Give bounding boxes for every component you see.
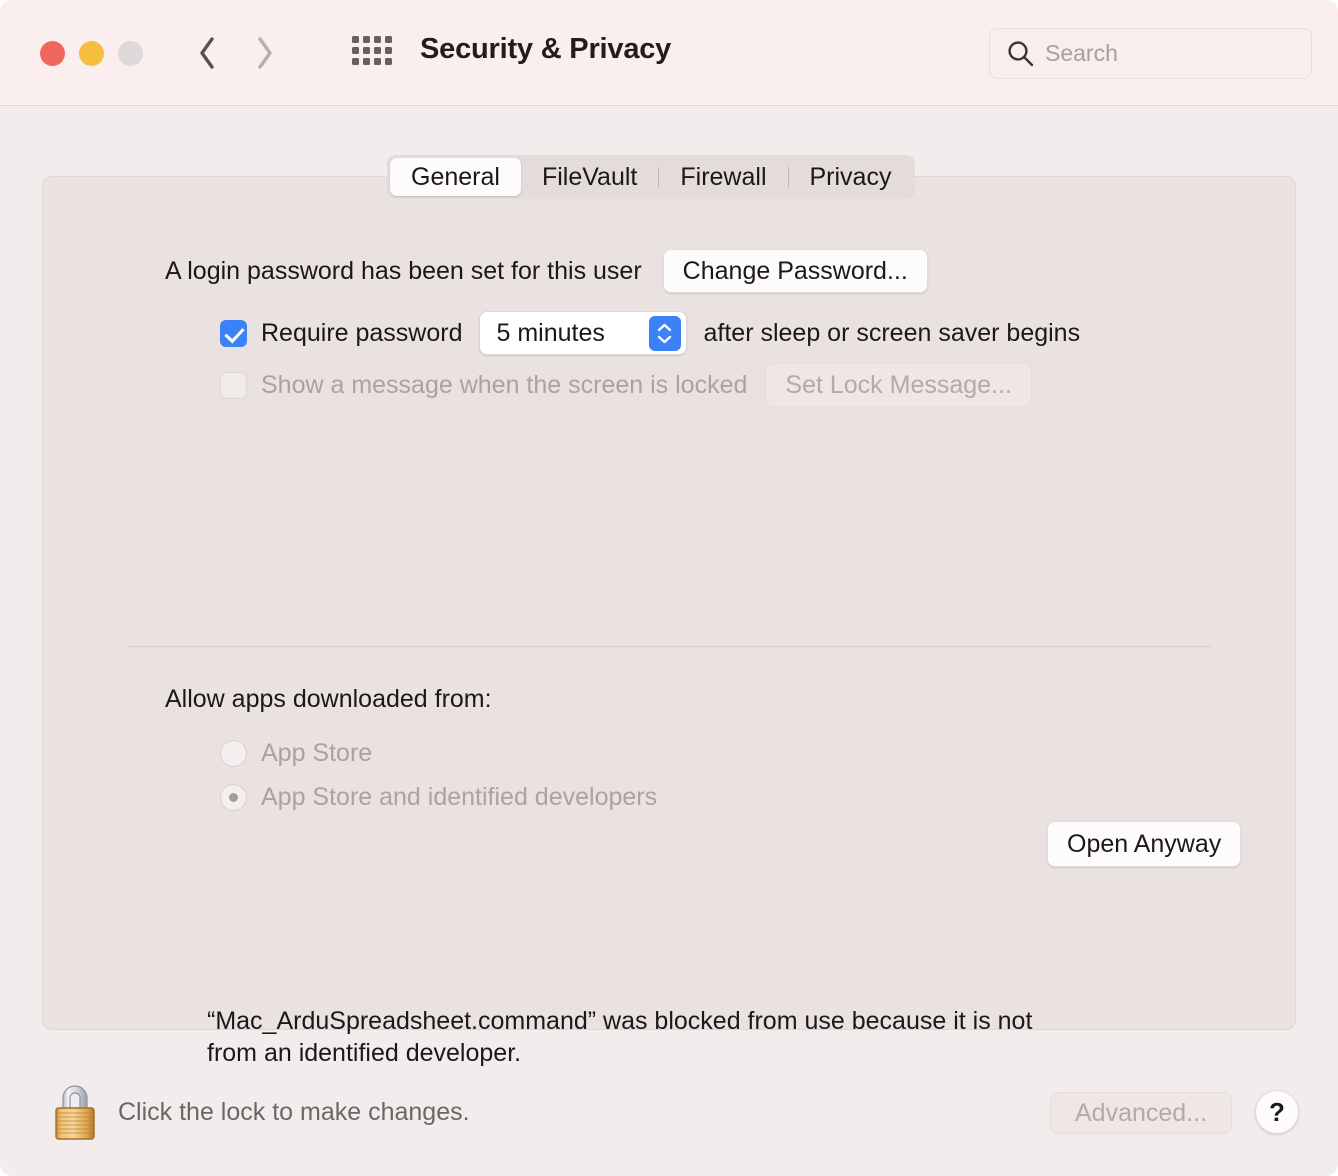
chevron-down-icon bbox=[657, 335, 672, 344]
show-lock-message-label: Show a message when the screen is locked bbox=[261, 370, 748, 399]
require-password-interval-stepper[interactable]: 5 minutes bbox=[478, 311, 687, 355]
require-password-label: Require password bbox=[261, 318, 463, 347]
search-field[interactable] bbox=[989, 28, 1312, 79]
page-title: Security & Privacy bbox=[420, 33, 672, 65]
tab-general[interactable]: General bbox=[390, 158, 521, 196]
tab-filevault[interactable]: FileVault bbox=[521, 158, 658, 196]
show-all-preferences-button[interactable] bbox=[352, 36, 392, 69]
require-password-row: Require password 5 minutes after sleep o… bbox=[220, 311, 1080, 355]
navigation-arrows bbox=[196, 33, 276, 73]
forward-button[interactable] bbox=[254, 33, 276, 73]
change-password-button[interactable]: Change Password... bbox=[662, 249, 928, 293]
grid-dot bbox=[385, 58, 392, 65]
lock-hint-text: Click the lock to make changes. bbox=[118, 1098, 470, 1126]
grid-dot bbox=[385, 47, 392, 54]
identified-developers-radio[interactable] bbox=[220, 784, 247, 811]
set-lock-message-button[interactable]: Set Lock Message... bbox=[765, 363, 1032, 407]
grid-dot bbox=[363, 47, 370, 54]
show-lock-message-checkbox[interactable] bbox=[220, 371, 247, 399]
grid-dot bbox=[363, 58, 370, 65]
help-button[interactable]: ? bbox=[1255, 1090, 1299, 1134]
back-button[interactable] bbox=[196, 33, 218, 73]
radio-row-identified-developers[interactable]: App Store and identified developers bbox=[220, 783, 657, 812]
grid-dot bbox=[374, 36, 381, 43]
search-icon bbox=[1008, 41, 1034, 67]
general-settings-panel: A login password has been set for this u… bbox=[42, 176, 1296, 1067]
identified-developers-label: App Store and identified developers bbox=[261, 783, 658, 811]
grid-dot bbox=[374, 47, 381, 54]
lock-shackle bbox=[62, 1085, 88, 1111]
grid-dot bbox=[363, 36, 370, 43]
radio-row-app-store[interactable]: App Store bbox=[220, 739, 372, 768]
grid-dot bbox=[352, 36, 359, 43]
chevron-up-icon bbox=[657, 323, 672, 332]
tab-firewall[interactable]: Firewall bbox=[659, 158, 787, 196]
allow-apps-heading: Allow apps downloaded from: bbox=[165, 685, 492, 713]
search-input[interactable] bbox=[1045, 40, 1285, 67]
require-password-suffix: after sleep or screen saver begins bbox=[703, 318, 1081, 347]
app-store-radio[interactable] bbox=[220, 740, 247, 767]
stepper-arrows[interactable] bbox=[648, 316, 681, 351]
security-privacy-window: Security & Privacy General FileVault Fir… bbox=[0, 0, 1338, 1176]
app-store-label: App Store bbox=[261, 739, 373, 767]
open-anyway-button[interactable]: Open Anyway bbox=[1047, 821, 1242, 867]
login-password-row: A login password has been set for this u… bbox=[165, 249, 928, 293]
advanced-button[interactable]: Advanced... bbox=[1050, 1092, 1232, 1134]
section-divider bbox=[128, 646, 1212, 647]
interval-value: 5 minutes bbox=[496, 318, 605, 347]
minimize-window-button[interactable] bbox=[79, 41, 104, 66]
grid-dot bbox=[352, 58, 359, 65]
blocked-app-message: “Mac_ArduSpreadsheet.command” was blocke… bbox=[207, 1007, 1033, 1067]
chevron-right-icon bbox=[258, 37, 272, 69]
grid-dot bbox=[374, 58, 381, 65]
require-password-checkbox[interactable] bbox=[220, 319, 247, 347]
preference-tabs: General FileVault Firewall Privacy bbox=[387, 155, 916, 199]
chevron-left-icon bbox=[200, 37, 214, 69]
close-window-button[interactable] bbox=[40, 41, 65, 66]
window-toolbar: Security & Privacy bbox=[0, 0, 1338, 106]
allow-apps-heading-row: Allow apps downloaded from: bbox=[165, 685, 492, 714]
traffic-light-controls bbox=[40, 41, 143, 66]
grid-dot bbox=[352, 47, 359, 54]
tab-privacy[interactable]: Privacy bbox=[789, 158, 913, 196]
lock-message-row: Show a message when the screen is locked… bbox=[220, 363, 1032, 407]
padlock-closed-icon[interactable] bbox=[47, 1080, 103, 1142]
login-password-label: A login password has been set for this u… bbox=[165, 256, 642, 285]
grid-dot bbox=[385, 36, 392, 43]
zoom-window-button[interactable] bbox=[118, 41, 143, 66]
